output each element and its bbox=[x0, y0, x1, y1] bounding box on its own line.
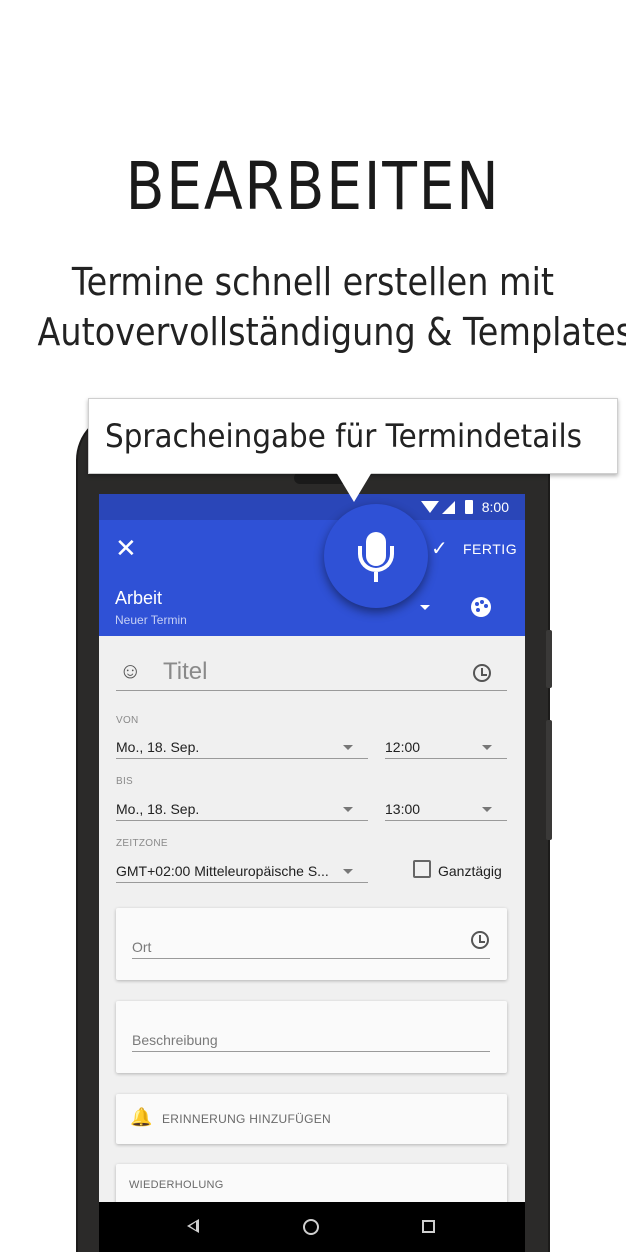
add-reminder-card[interactable]: 🔔 ERINNERUNG HINZUFÜGEN bbox=[116, 1094, 507, 1144]
phone-volume-button bbox=[546, 720, 552, 840]
promo-subline-2: Autovervollständigung & Templates bbox=[37, 310, 626, 354]
timezone-underline bbox=[116, 882, 368, 883]
location-history-icon[interactable] bbox=[471, 931, 489, 949]
nav-bar bbox=[99, 1202, 525, 1252]
timezone-label: ZEITZONE bbox=[116, 838, 168, 849]
bell-add-icon: 🔔 bbox=[130, 1107, 153, 1127]
status-bar: 8:00 bbox=[99, 494, 525, 520]
title-history-icon[interactable] bbox=[473, 664, 491, 682]
home-icon[interactable] bbox=[303, 1219, 319, 1235]
location-card: Ort bbox=[116, 908, 507, 980]
from-date-dropdown-icon[interactable] bbox=[343, 745, 353, 750]
from-time-underline bbox=[385, 758, 507, 759]
voice-input-button[interactable] bbox=[324, 504, 428, 608]
to-label: BIS bbox=[116, 776, 134, 787]
calendar-name[interactable]: Arbeit bbox=[115, 588, 162, 609]
description-card: Beschreibung bbox=[116, 1001, 507, 1073]
from-time-field[interactable]: 12:00 bbox=[385, 739, 420, 755]
description-underline bbox=[132, 1051, 490, 1052]
calendar-subtitle: Neuer Termin bbox=[115, 613, 187, 627]
close-icon[interactable]: ✕ bbox=[115, 534, 137, 562]
wifi-icon bbox=[421, 501, 439, 513]
smiley-icon[interactable]: ☺ bbox=[119, 658, 141, 684]
to-time-field[interactable]: 13:00 bbox=[385, 801, 420, 817]
back-icon[interactable] bbox=[187, 1219, 199, 1233]
from-date-underline bbox=[116, 758, 368, 759]
tooltip-text: Spracheingabe für Termindetails bbox=[105, 417, 582, 455]
timezone-field[interactable]: GMT+02:00 Mitteleuropäische S... bbox=[116, 863, 329, 879]
promo-subline-1: Termine schnell erstellen mit bbox=[71, 260, 555, 304]
to-date-underline bbox=[116, 820, 368, 821]
app-bar: ✕ ✓ FERTIG Arbeit Neuer Termin bbox=[99, 520, 525, 636]
phone-power-button bbox=[546, 630, 552, 688]
all-day-checkbox[interactable] bbox=[413, 860, 431, 878]
done-button[interactable]: FERTIG bbox=[463, 541, 517, 557]
title-input[interactable]: Titel bbox=[163, 658, 207, 686]
to-date-field[interactable]: Mo., 18. Sep. bbox=[116, 801, 199, 817]
title-underline bbox=[116, 690, 507, 691]
tooltip-tail bbox=[336, 472, 372, 502]
palette-icon[interactable] bbox=[471, 597, 491, 617]
voice-input-tooltip: Spracheingabe für Termindetails bbox=[88, 398, 618, 474]
location-underline bbox=[132, 958, 490, 959]
add-reminder-label: ERINNERUNG HINZUFÜGEN bbox=[162, 1112, 331, 1126]
mic-arc bbox=[358, 546, 394, 572]
to-time-dropdown-icon[interactable] bbox=[482, 807, 492, 812]
check-icon[interactable]: ✓ bbox=[431, 536, 448, 561]
all-day-label[interactable]: Ganztägig bbox=[438, 863, 502, 879]
signal-icon bbox=[442, 501, 455, 514]
mic-stem bbox=[374, 572, 378, 582]
to-date-dropdown-icon[interactable] bbox=[343, 807, 353, 812]
status-time: 8:00 bbox=[481, 499, 509, 515]
from-date-field[interactable]: Mo., 18. Sep. bbox=[116, 739, 199, 755]
phone-screen: 8:00 ✕ ✓ FERTIG Arbeit Neuer Termin ☺ Ti… bbox=[99, 494, 525, 1252]
recents-icon[interactable] bbox=[422, 1220, 435, 1233]
from-label: VON bbox=[116, 715, 139, 726]
promo-headline: BEARBEITEN bbox=[125, 148, 501, 225]
description-input[interactable]: Beschreibung bbox=[132, 1032, 218, 1048]
repeat-label: WIEDERHOLUNG bbox=[129, 1179, 224, 1191]
battery-icon bbox=[465, 500, 473, 514]
timezone-dropdown-icon[interactable] bbox=[343, 869, 353, 874]
calendar-dropdown-icon[interactable] bbox=[420, 605, 430, 610]
from-time-dropdown-icon[interactable] bbox=[482, 745, 492, 750]
location-input[interactable]: Ort bbox=[132, 939, 151, 955]
to-time-underline bbox=[385, 820, 507, 821]
